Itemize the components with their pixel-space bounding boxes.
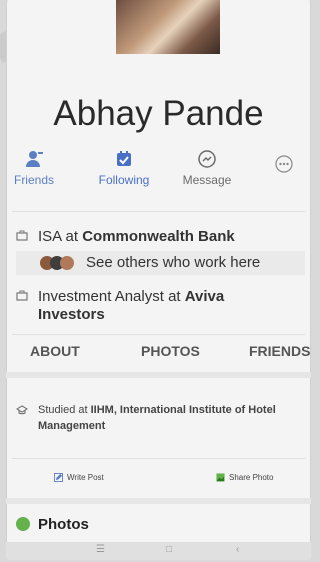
more-button[interactable] bbox=[271, 155, 297, 176]
following-button[interactable]: Following bbox=[86, 149, 162, 187]
friends-label: Friends bbox=[13, 173, 54, 187]
briefcase-icon bbox=[16, 290, 28, 301]
write-post-label: Write Post bbox=[67, 473, 104, 482]
photos-icon bbox=[16, 517, 30, 531]
coworker-avatars bbox=[40, 256, 80, 270]
work-org-1[interactable]: Commonwealth Bank bbox=[82, 228, 235, 245]
pencil-icon bbox=[54, 473, 63, 483]
divider bbox=[12, 211, 305, 212]
profile-name: Abhay Pande bbox=[53, 94, 264, 133]
photo-icon bbox=[216, 473, 225, 482]
back-icon[interactable]: ‹ bbox=[236, 544, 239, 555]
profile-actions: Friends Following Message bbox=[6, 149, 311, 201]
message-icon bbox=[198, 150, 216, 168]
menu-icon[interactable]: ☰ bbox=[96, 544, 105, 555]
share-photo-label: Share Photo bbox=[229, 473, 274, 482]
profile-card: Abhay Pande Friends Following Message IS… bbox=[6, 0, 311, 560]
photos-label: Photos bbox=[38, 516, 89, 533]
work-prefix-1: ISA at bbox=[38, 228, 83, 245]
graduation-cap-icon bbox=[16, 405, 28, 415]
see-others-label: See others who work here bbox=[86, 254, 261, 271]
briefcase-icon bbox=[16, 230, 28, 241]
avatar bbox=[60, 256, 74, 270]
message-button[interactable]: Message bbox=[172, 149, 242, 187]
see-others-row[interactable]: See others who work here bbox=[16, 251, 305, 275]
message-label: Message bbox=[182, 173, 232, 187]
divider bbox=[12, 458, 305, 459]
section-gap bbox=[6, 372, 311, 378]
education-prefix: Studied at bbox=[38, 404, 91, 416]
following-icon bbox=[117, 151, 131, 166]
tab-about[interactable]: ABOUT bbox=[30, 343, 80, 359]
section-gap bbox=[6, 498, 311, 504]
more-icon bbox=[275, 155, 293, 173]
tab-friends[interactable]: FRIENDS bbox=[249, 343, 310, 359]
system-nav-bar: ☰ □ ‹ bbox=[6, 542, 311, 560]
work-prefix-2: Investment Analyst at bbox=[38, 288, 185, 305]
divider bbox=[12, 334, 305, 335]
share-photo-button[interactable]: Share Photo bbox=[216, 473, 273, 482]
friends-icon bbox=[26, 151, 43, 167]
friends-button[interactable]: Friends bbox=[6, 149, 62, 187]
profile-photo[interactable] bbox=[116, 0, 220, 54]
write-post-button[interactable]: Write Post bbox=[54, 473, 104, 483]
tab-photos[interactable]: PHOTOS bbox=[141, 343, 200, 359]
following-label: Following bbox=[98, 173, 150, 187]
home-icon[interactable]: □ bbox=[166, 544, 172, 555]
